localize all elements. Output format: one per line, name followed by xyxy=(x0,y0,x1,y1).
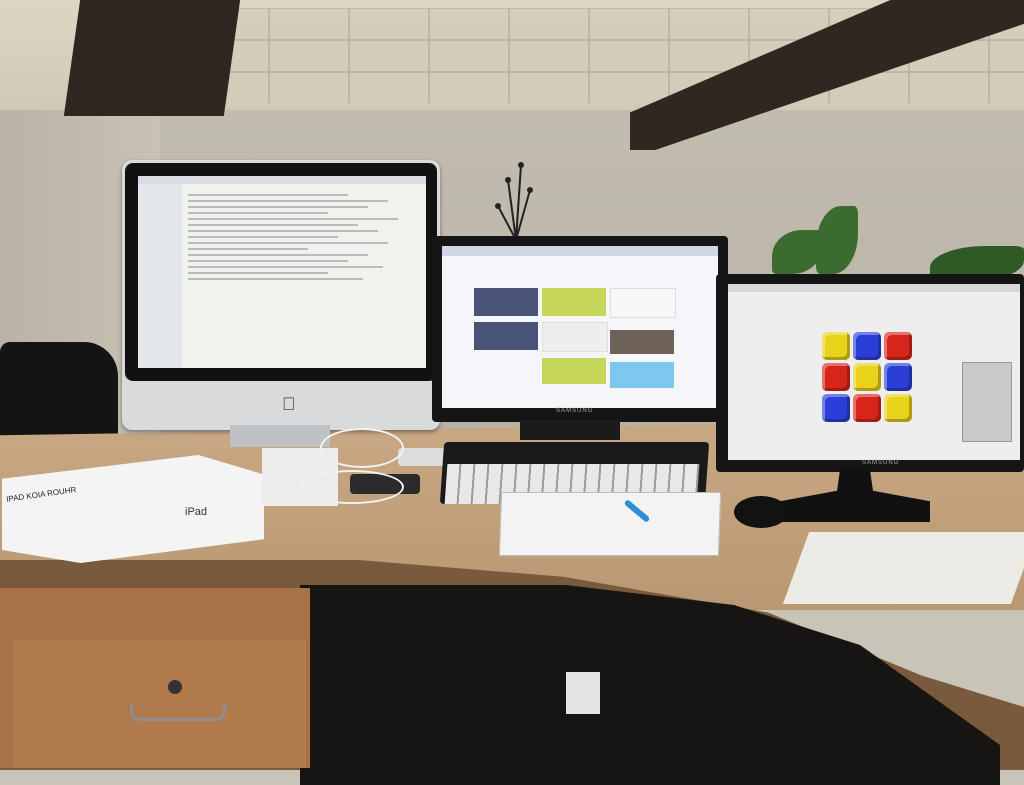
samsung-brand-label: SAMSUNG xyxy=(862,460,900,466)
drawer-handle[interactable] xyxy=(130,704,226,721)
cube-tile xyxy=(853,363,881,391)
cube-tile xyxy=(822,394,850,422)
cube-tile xyxy=(884,332,912,360)
middle-monitor-stand xyxy=(520,420,620,440)
cube-tile xyxy=(822,332,850,360)
drawer-lock-icon xyxy=(168,680,182,694)
middle-monitor-screen xyxy=(442,246,718,408)
samsung-brand-label: SAMSUNG xyxy=(556,408,594,414)
paper-sheet xyxy=(782,532,1024,604)
ipad-box-label: iPad xyxy=(185,506,208,518)
ceiling-beam-left xyxy=(63,0,241,116)
decor-stems xyxy=(495,162,533,240)
cube-tile xyxy=(853,332,881,360)
notebook xyxy=(498,492,722,556)
imac-stand xyxy=(230,425,330,447)
cube-tile xyxy=(884,394,912,422)
cube-tile xyxy=(853,394,881,422)
cube-tile xyxy=(822,363,850,391)
power-strip xyxy=(566,672,600,714)
cable xyxy=(300,470,404,504)
cube-tile xyxy=(884,363,912,391)
apple-logo-icon:  xyxy=(282,394,296,415)
tool-panel xyxy=(962,362,1012,442)
imac-screen xyxy=(138,176,426,368)
computer-mouse[interactable] xyxy=(734,496,788,528)
cable xyxy=(320,428,404,468)
under-desk-shadow xyxy=(300,585,1000,785)
